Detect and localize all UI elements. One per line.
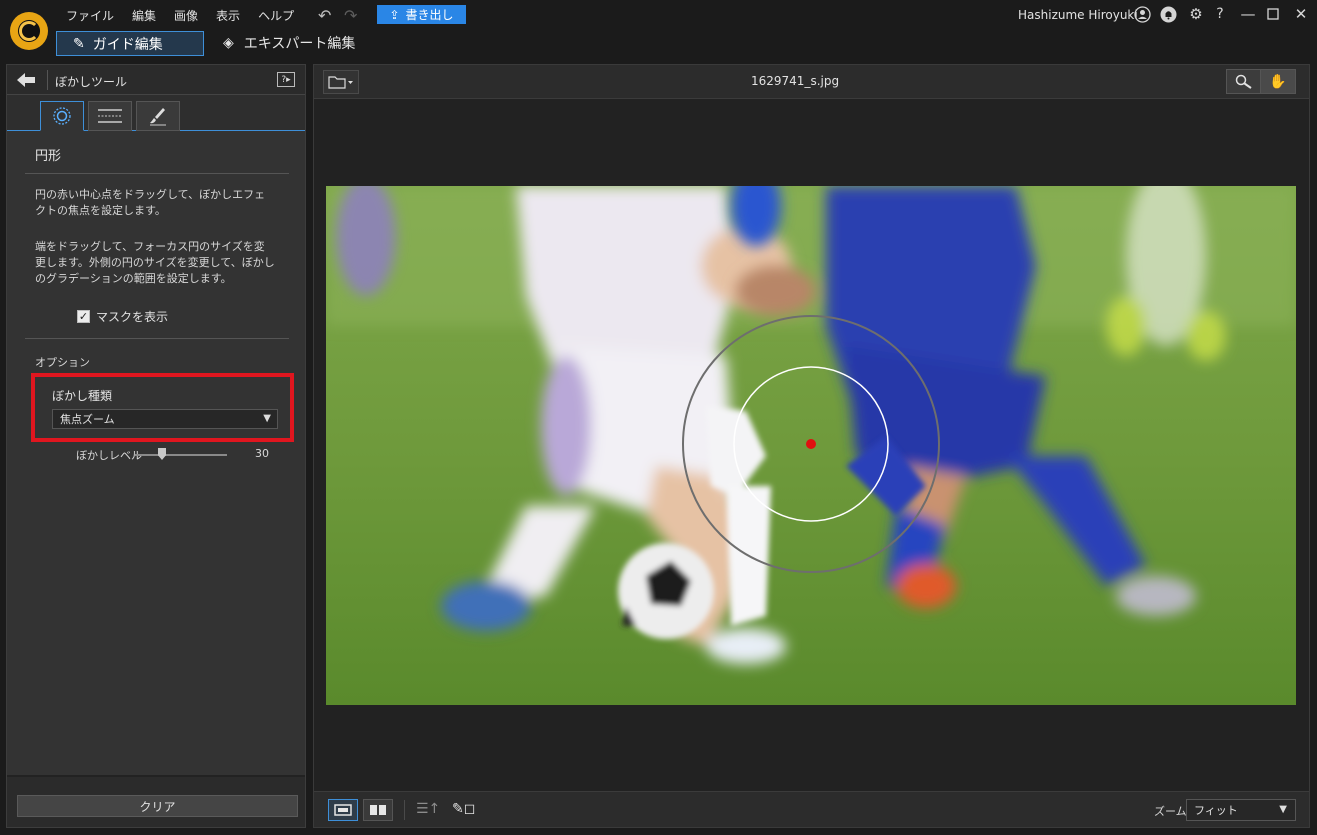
title-bar: ファイル 編集 画像 表示 ヘルプ ↶ ↷ ⇪ 書き出し Hashizume H… <box>0 0 1317 50</box>
back-arrow-icon[interactable] <box>15 71 41 89</box>
blur-level-label: ぼかしレベル <box>76 449 142 462</box>
blur-level-slider-thumb[interactable] <box>158 448 166 460</box>
brush-icon <box>150 108 166 126</box>
maximize-icon[interactable] <box>1263 4 1283 24</box>
photo-canvas[interactable] <box>326 186 1296 705</box>
show-mask-checkbox[interactable]: ✓ <box>77 310 90 323</box>
panel-help-icon[interactable]: ?▸ <box>277 72 295 87</box>
options-heading: オプション <box>35 356 90 369</box>
guide-edit-label: ガイド編集 <box>92 36 163 53</box>
dropdown-caret-icon: ▼ <box>263 413 271 424</box>
instruction-text-2: 端をドラッグして、フォーカス円のサイズを変更します。外側の円のサイズを変更して、… <box>35 240 275 285</box>
panel-header: ぼかしツール ?▸ <box>7 65 305 95</box>
tab-brush[interactable] <box>136 101 180 131</box>
zoom-tool-icon[interactable] <box>1227 70 1262 93</box>
folder-icon <box>328 76 353 89</box>
single-view-button[interactable] <box>328 799 358 821</box>
workspace-header: 1629741_s.jpg ✋ <box>314 65 1309 99</box>
shape-tabs <box>7 95 305 131</box>
notification-bell-icon[interactable] <box>1158 4 1178 24</box>
pen-mask-icon[interactable]: ✎◻ <box>452 801 475 817</box>
divider <box>25 173 289 174</box>
image-workspace: 1629741_s.jpg ✋ ☰↑ ✎◻ ズーム: フィット ▼ <box>313 64 1310 828</box>
open-folder-button[interactable] <box>323 70 359 94</box>
tab-circle[interactable] <box>40 101 84 131</box>
menu-bar: ファイル 編集 画像 表示 ヘルプ <box>66 7 312 24</box>
expert-edit-tab[interactable]: ◈ エキスパート編集 <box>223 33 355 53</box>
apply-list-icon[interactable]: ☰↑ <box>416 801 440 817</box>
single-view-icon <box>334 804 352 816</box>
magic-wand-icon: ✎ <box>73 35 85 52</box>
app-logo <box>10 12 48 50</box>
menu-edit[interactable]: 編集 <box>132 7 156 24</box>
help-icon[interactable]: ? <box>1210 4 1230 24</box>
export-icon: ⇪ <box>389 7 400 22</box>
settings-gear-icon[interactable]: ⚙ <box>1186 4 1206 24</box>
mode-bar: ✎ ガイド編集 ◈ エキスパート編集 <box>0 30 1317 60</box>
clear-button[interactable]: クリア <box>17 795 298 817</box>
hand-tool-icon[interactable]: ✋ <box>1261 70 1295 93</box>
layers-icon: ◈ <box>223 35 234 51</box>
zoom-value: フィット <box>1194 804 1238 817</box>
highlight-box <box>31 373 294 442</box>
workspace-footer: ☰↑ ✎◻ ズーム: フィット ▼ <box>314 791 1309 827</box>
dropdown-caret-icon: ▼ <box>1279 804 1287 815</box>
account-icon[interactable] <box>1132 4 1152 24</box>
redo-icon[interactable]: ↷ <box>344 6 357 25</box>
expert-edit-label: エキスパート編集 <box>243 36 356 52</box>
linear-shape-icon <box>98 109 122 123</box>
menu-view[interactable]: 表示 <box>216 7 240 24</box>
export-label: 書き出し <box>405 8 454 22</box>
show-mask-label: マスクを表示 <box>96 310 169 324</box>
minimize-icon[interactable]: — <box>1238 4 1258 24</box>
blur-type-label: ぼかし種類 <box>52 389 113 403</box>
close-icon[interactable]: ✕ <box>1291 4 1311 24</box>
panel-footer: クリア <box>7 775 305 827</box>
panel-title: ぼかしツール <box>55 75 128 89</box>
blur-type-value: 焦点ズーム <box>60 413 115 426</box>
circle-shape-icon <box>53 107 71 125</box>
blur-level-slider-track[interactable] <box>135 454 227 456</box>
zoom-label: ズーム: <box>1154 805 1191 818</box>
zoom-select[interactable]: フィット ▼ <box>1186 799 1296 821</box>
divider <box>25 338 289 339</box>
export-button[interactable]: ⇪ 書き出し <box>377 5 466 24</box>
header-divider <box>47 70 48 90</box>
file-name: 1629741_s.jpg <box>751 74 840 88</box>
blur-tool-panel: ぼかしツール ?▸ 円形 円の赤い中心点をドラッグして、ぼかしエフェクトの焦点を… <box>6 64 306 828</box>
show-mask-row[interactable]: ✓ マスクを表示 <box>77 308 168 325</box>
compare-view-icon <box>370 805 386 815</box>
instruction-text-1: 円の赤い中心点をドラッグして、ぼかしエフェクトの焦点を設定します。 <box>35 188 266 217</box>
blur-level-value: 30 <box>255 447 269 460</box>
shape-name: 円形 <box>35 149 62 164</box>
guide-edit-tab[interactable]: ✎ ガイド編集 <box>56 31 204 56</box>
menu-image[interactable]: 画像 <box>174 7 198 24</box>
user-name[interactable]: Hashizume Hiroyuki <box>1018 8 1138 22</box>
menu-file[interactable]: ファイル <box>66 7 114 24</box>
view-tool-group: ✋ <box>1226 69 1296 94</box>
footer-divider <box>404 800 405 820</box>
blur-type-select[interactable]: 焦点ズーム ▼ <box>52 409 278 429</box>
compare-view-button[interactable] <box>363 799 393 821</box>
undo-icon[interactable]: ↶ <box>318 6 331 25</box>
menu-help[interactable]: ヘルプ <box>258 7 294 24</box>
tab-linear[interactable] <box>88 101 132 131</box>
